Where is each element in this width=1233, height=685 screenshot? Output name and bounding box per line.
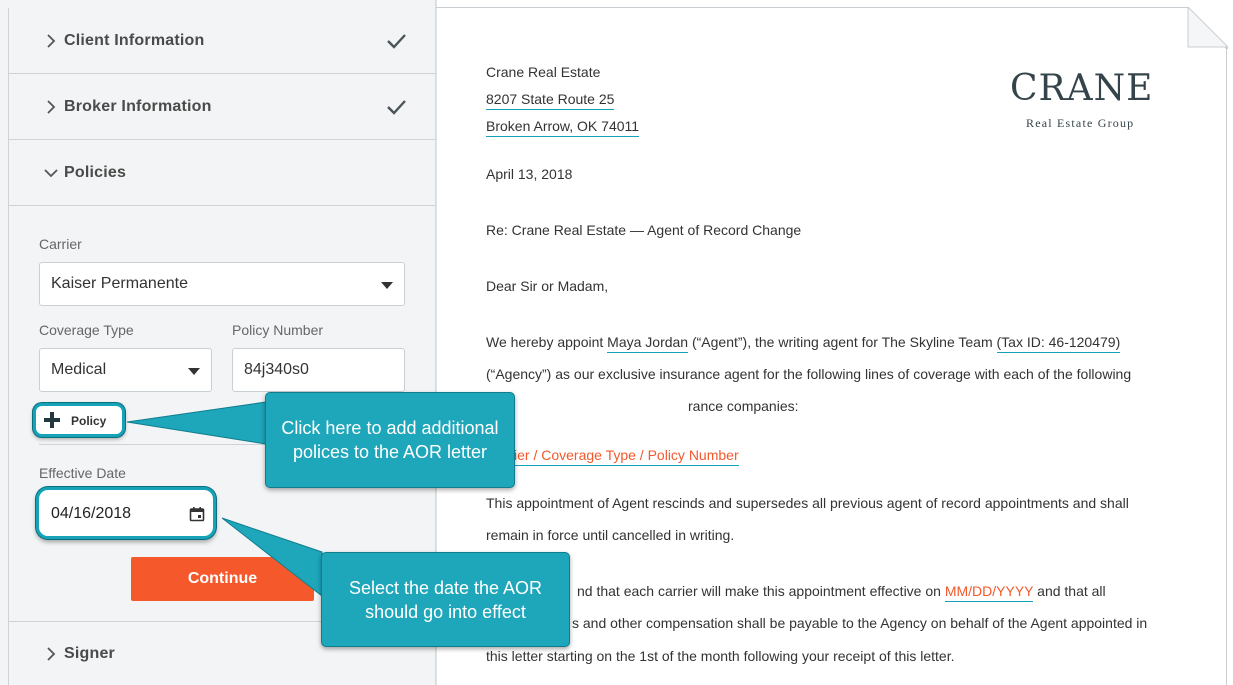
continue-button[interactable]: Continue bbox=[131, 557, 314, 601]
chevron-right-icon bbox=[47, 33, 56, 48]
company-logo: CRANE bbox=[1010, 68, 1154, 109]
letter-paragraph-line: We hereby appoint Maya Jordan (“Agent”),… bbox=[486, 334, 1121, 353]
policy-number-value: 84j340s0 bbox=[244, 361, 309, 378]
page-edge bbox=[1226, 48, 1227, 685]
check-icon bbox=[387, 33, 406, 49]
caret-down-icon bbox=[188, 368, 200, 375]
text-fragment: and that all bbox=[1033, 583, 1106, 599]
letter-paragraph-line: remain in force until cancelled in writi… bbox=[486, 527, 735, 543]
letter-paragraph-line: nd that each carrier will make this appo… bbox=[577, 583, 1106, 602]
add-policy-callout: Click here to add additional polices to … bbox=[265, 392, 515, 488]
text-fragment: nd that each carrier will make this appo… bbox=[577, 583, 945, 599]
accordion-policies[interactable]: Policies bbox=[8, 140, 436, 206]
page-edge bbox=[436, 7, 1188, 8]
text-fragment: We hereby appoint bbox=[486, 334, 608, 350]
page-fold-icon bbox=[1186, 7, 1228, 49]
letter-paragraph-line: rance companies: bbox=[688, 398, 799, 414]
letter-paragraph-line: this letter starting on the 1st of the m… bbox=[486, 648, 955, 664]
effective-date-callout: Select the date the AOR should go into e… bbox=[321, 552, 570, 647]
agent-name-field: Maya Jordan bbox=[607, 334, 689, 353]
calendar-icon[interactable] bbox=[189, 506, 205, 522]
policy-number-label: Policy Number bbox=[232, 322, 324, 338]
letter-company: Crane Real Estate bbox=[486, 64, 601, 80]
check-icon bbox=[387, 99, 406, 115]
effective-date-input[interactable]: 04/16/2018 bbox=[36, 487, 216, 539]
section-title: Broker Information bbox=[64, 97, 212, 115]
carrier-value: Kaiser Permanente bbox=[51, 275, 188, 292]
effective-date-label: Effective Date bbox=[39, 465, 126, 481]
chevron-down-icon bbox=[44, 168, 58, 177]
text-fragment: (“Agent”), the writing agent for The Sky… bbox=[688, 334, 997, 350]
coverage-type-label: Coverage Type bbox=[39, 322, 134, 338]
policy-number-input[interactable]: 84j340s0 bbox=[232, 348, 405, 392]
accordion-broker-information[interactable]: Broker Information bbox=[8, 74, 436, 140]
policy-list-placeholder: ier / Coverage Type / Policy Number bbox=[514, 447, 739, 466]
add-policy-button[interactable]: Policy bbox=[33, 403, 125, 437]
section-title: Policies bbox=[64, 163, 127, 181]
coverage-type-value: Medical bbox=[51, 361, 107, 378]
company-logo-subtitle: Real Estate Group bbox=[1026, 116, 1135, 130]
letter-address-line1: 8207 State Route 25 bbox=[486, 91, 615, 110]
letter-paragraph-line: (“Agency”) as our exclusive insurance ag… bbox=[486, 366, 1132, 382]
chevron-right-icon bbox=[47, 646, 56, 661]
effective-date-value: 04/16/2018 bbox=[51, 505, 132, 522]
carrier-label: Carrier bbox=[39, 236, 82, 252]
chevron-right-icon bbox=[47, 99, 56, 114]
letter-address-line2: Broken Arrow, OK 74011 bbox=[486, 118, 640, 137]
add-policy-label: Policy bbox=[71, 414, 107, 428]
caret-down-icon bbox=[381, 282, 393, 289]
accordion-client-information[interactable]: Client Information bbox=[8, 8, 436, 74]
tax-id-field: (Tax ID: 46-120479) bbox=[996, 334, 1121, 353]
letter-salutation: Dear Sir or Madam, bbox=[486, 278, 609, 294]
letter-paragraph-line: s and other compensation shall be payabl… bbox=[572, 615, 1148, 631]
letter-paragraph-line: This appointment of Agent rescinds and s… bbox=[486, 495, 1129, 511]
section-title: Signer bbox=[64, 644, 115, 662]
letter-date: April 13, 2018 bbox=[486, 166, 573, 182]
section-title: Client Information bbox=[64, 31, 205, 49]
effective-date-placeholder: MM/DD/YYYY bbox=[944, 583, 1034, 602]
letter-subject: Re: Crane Real Estate — Agent of Record … bbox=[486, 222, 802, 238]
coverage-type-select[interactable]: Medical bbox=[39, 348, 212, 392]
carrier-select[interactable]: Kaiser Permanente bbox=[39, 262, 405, 306]
plus-icon bbox=[44, 412, 60, 428]
